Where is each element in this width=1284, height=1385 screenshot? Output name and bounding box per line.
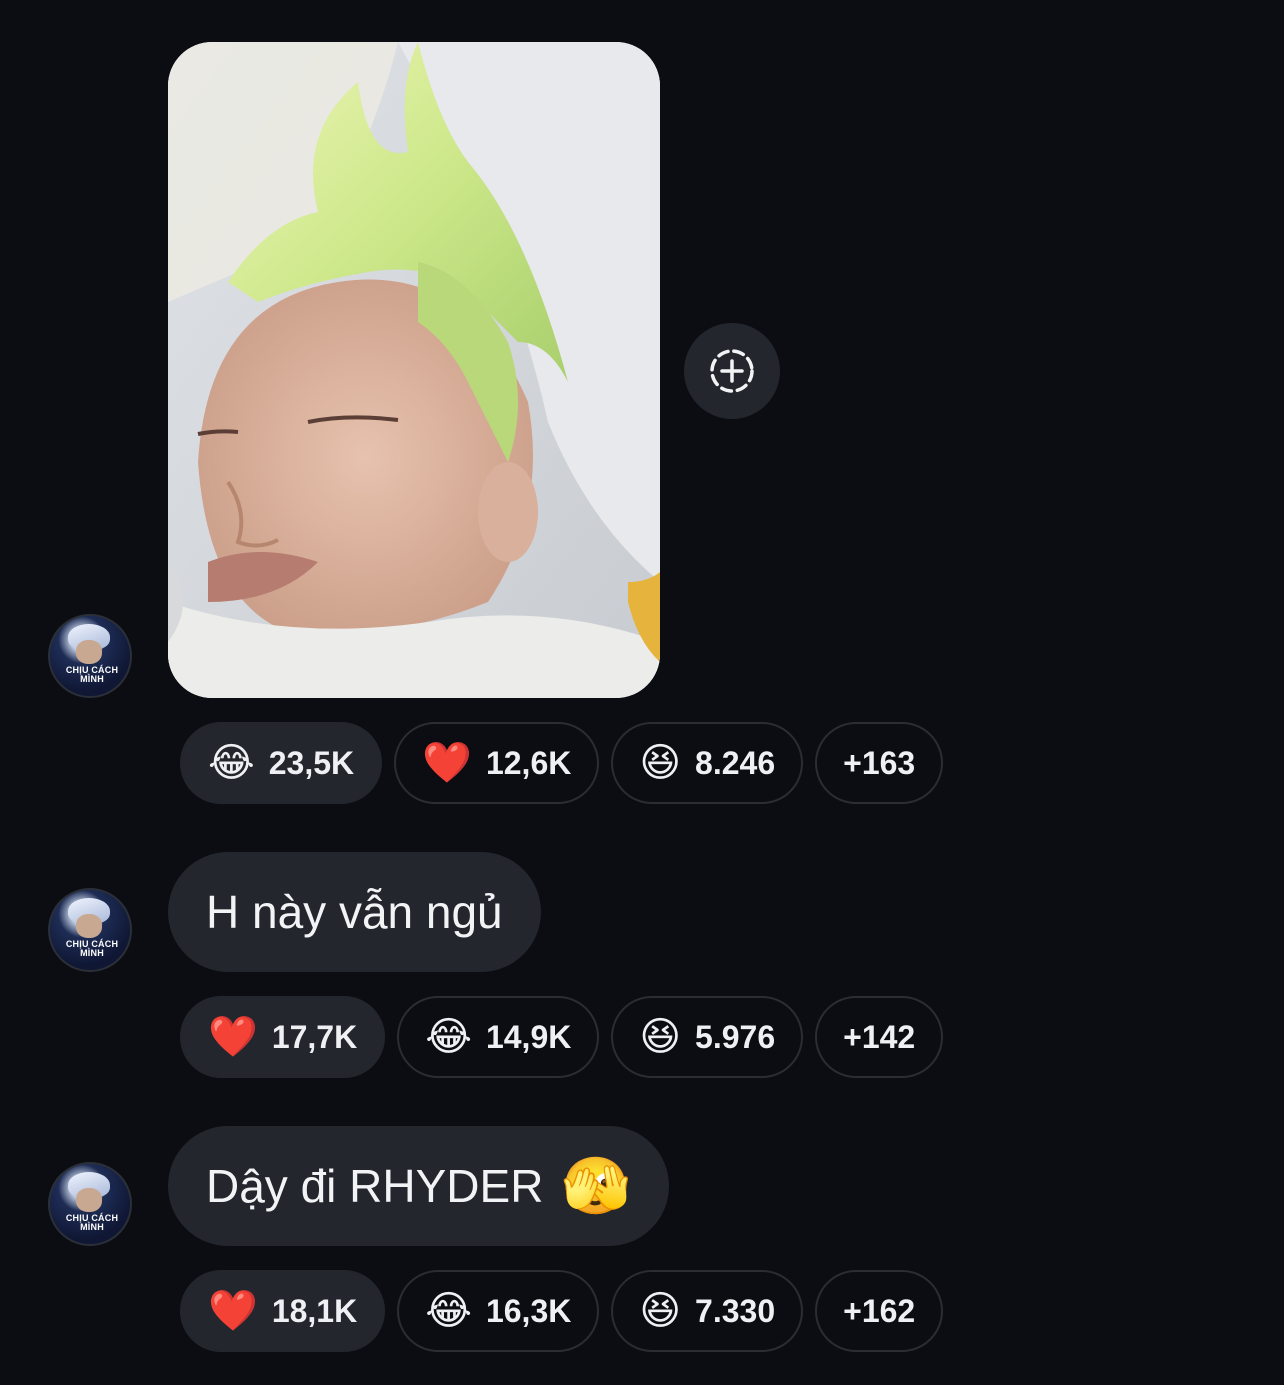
avatar-face <box>76 914 102 938</box>
heart-icon: ❤️ <box>422 740 472 786</box>
laughing-tears-icon: 😂 <box>425 1014 472 1060</box>
reaction-count: 5.976 <box>695 1018 776 1055</box>
reaction-heart[interactable]: ❤️ 17,7K <box>180 996 386 1078</box>
reaction-count: 14,9K <box>485 1018 572 1055</box>
sender-avatar[interactable]: CHỊU CÁCH MÌNH <box>48 1162 132 1246</box>
face-peeking-icon: 🫣 <box>561 1154 632 1219</box>
reaction-grinning[interactable]: 😆 8.246 <box>611 722 804 804</box>
reaction-heart[interactable]: ❤️ 18,1K <box>180 1270 386 1352</box>
reaction-grinning[interactable]: 😆 7.330 <box>611 1270 804 1352</box>
message-bubble[interactable]: Dậy đi RHYDER 🫣 <box>168 1126 670 1246</box>
reaction-count: 18,1K <box>271 1292 358 1329</box>
message-text: H này vẫn ngủ <box>206 886 503 938</box>
more-reactions-count: +142 <box>843 1018 916 1055</box>
grinning-squint-icon: 😆 <box>639 1288 682 1334</box>
message-bubble[interactable]: H này vẫn ngủ <box>168 852 541 972</box>
reaction-bar: ❤️ 17,7K 😂 14,9K 😆 5.976 +142 <box>180 996 944 1078</box>
reaction-count: 12,6K <box>485 744 572 781</box>
more-reactions-button[interactable]: +162 <box>815 1270 944 1352</box>
reaction-count: 23,5K <box>268 744 355 781</box>
reaction-count: 8.246 <box>695 744 776 781</box>
avatar-caption: CHỊU CÁCH MÌNH <box>65 1213 119 1232</box>
grinning-squint-icon: 😆 <box>639 1014 682 1060</box>
avatar-caption: CHỊU CÁCH MÌNH <box>65 665 119 684</box>
chat-thread: CHỊU CÁCH MÌNH 😂 23,5K ❤️ 12,6K 😆 8.246 … <box>0 0 1284 1385</box>
shared-photo[interactable] <box>168 42 660 698</box>
reaction-bar: 😂 23,5K ❤️ 12,6K 😆 8.246 +163 <box>180 722 944 804</box>
laughing-tears-icon: 😂 <box>208 740 255 786</box>
reaction-count: 7.330 <box>695 1292 776 1329</box>
share-story-button[interactable] <box>684 323 780 419</box>
avatar-face <box>76 640 102 664</box>
reaction-bar: ❤️ 18,1K 😂 16,3K 😆 7.330 +162 <box>180 1270 944 1352</box>
avatar-caption: CHỊU CÁCH MÌNH <box>65 939 119 958</box>
reaction-count: 17,7K <box>271 1018 358 1055</box>
heart-icon: ❤️ <box>208 1288 258 1334</box>
grinning-squint-icon: 😆 <box>639 740 682 786</box>
add-circle-dashed-icon <box>710 349 754 393</box>
reaction-count: 16,3K <box>485 1292 572 1329</box>
heart-icon: ❤️ <box>208 1014 258 1060</box>
more-reactions-count: +163 <box>843 744 916 781</box>
avatar-face <box>76 1188 102 1212</box>
laughing-tears-icon: 😂 <box>425 1288 472 1334</box>
reaction-laughing[interactable]: 😂 14,9K <box>397 996 600 1078</box>
more-reactions-button[interactable]: +163 <box>815 722 944 804</box>
reaction-heart[interactable]: ❤️ 12,6K <box>394 722 600 804</box>
more-reactions-button[interactable]: +142 <box>815 996 944 1078</box>
reaction-laughing[interactable]: 😂 23,5K <box>180 722 383 804</box>
sender-avatar[interactable]: CHỊU CÁCH MÌNH <box>48 888 132 972</box>
reaction-laughing[interactable]: 😂 16,3K <box>397 1270 600 1352</box>
more-reactions-count: +162 <box>843 1292 916 1329</box>
reaction-grinning[interactable]: 😆 5.976 <box>611 996 804 1078</box>
message-text: Dậy đi RHYDER <box>206 1160 544 1212</box>
sender-avatar[interactable]: CHỊU CÁCH MÌNH <box>48 614 132 698</box>
